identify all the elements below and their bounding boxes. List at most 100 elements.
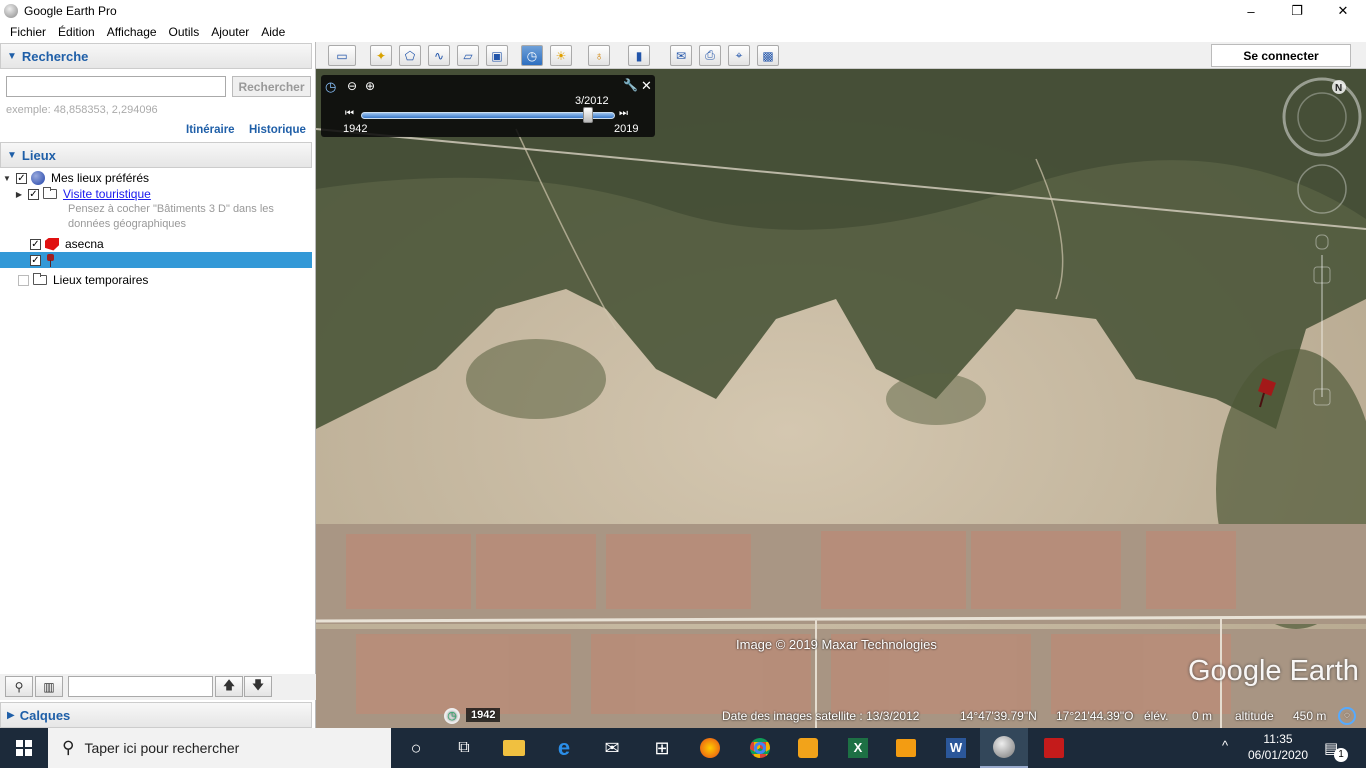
record-tour-button[interactable]: ▣ bbox=[486, 45, 508, 66]
checkbox-checked[interactable]: ✓ bbox=[30, 254, 41, 266]
print-icon: ⎙ bbox=[705, 48, 715, 62]
move-down-button[interactable]: 🡇 bbox=[244, 676, 272, 697]
historical-imagery-slider: ◷ ⊖ ⊕ 🔧 ✕ 3/2012 ⏮ ⏭ 1942 2019 bbox=[321, 75, 655, 137]
folder-icon bbox=[33, 273, 47, 285]
latitude-readout: 14°47'39.79"N bbox=[960, 709, 1037, 723]
arrow-up-icon: 🡅 bbox=[222, 678, 236, 692]
menu-edition[interactable]: Édition bbox=[52, 25, 101, 39]
add-overlay-button[interactable]: ▱ bbox=[457, 45, 479, 66]
menu-aide[interactable]: Aide bbox=[255, 25, 291, 39]
search-example-hint: exemple: 48,858353, 2,294096 bbox=[6, 104, 158, 116]
expand-right-icon[interactable]: ▶ bbox=[14, 190, 24, 199]
excel-icon[interactable]: X bbox=[834, 728, 882, 768]
add-polygon-button[interactable]: ⬠ bbox=[399, 45, 421, 66]
slider-thumb[interactable] bbox=[583, 107, 594, 123]
menu-fichier[interactable]: Fichier bbox=[4, 25, 52, 39]
store-icon[interactable]: ⊞ bbox=[638, 728, 686, 768]
placemark-icon bbox=[45, 253, 55, 267]
search-input[interactable] bbox=[6, 76, 226, 97]
show-hidden-icons-chevron-icon[interactable]: ^ bbox=[1222, 738, 1228, 753]
checkbox-unchecked[interactable] bbox=[18, 274, 29, 286]
chrome-icon[interactable] bbox=[736, 728, 784, 768]
historical-imagery-button[interactable]: ◷ bbox=[521, 45, 543, 66]
places-panel-title: Lieux bbox=[21, 147, 56, 163]
taskbar-clock[interactable]: 11:35 06/01/2020 bbox=[1244, 731, 1312, 763]
search-button[interactable]: Rechercher bbox=[232, 76, 311, 97]
tree-item-visite-touristique[interactable]: ▶ ✓ Visite touristique bbox=[0, 186, 312, 202]
zoom-out-time-icon[interactable]: ⊖ bbox=[347, 79, 357, 93]
map-status-bar: ◷ 1942 Date des images satellite : 13/3/… bbox=[316, 705, 1366, 728]
checkbox-checked[interactable]: ✓ bbox=[30, 238, 41, 250]
slider-track[interactable] bbox=[361, 112, 615, 119]
file-explorer-icon[interactable] bbox=[490, 728, 538, 768]
tree-item-my-places[interactable]: ▼ ✓ Mes lieux préférés bbox=[0, 170, 312, 186]
expand-down-icon[interactable]: ▼ bbox=[2, 174, 12, 183]
tree-item-placemark-selected[interactable]: ✓ bbox=[0, 252, 312, 268]
move-up-button[interactable]: 🡅 bbox=[215, 676, 243, 697]
sunlight-button[interactable]: ☀ bbox=[550, 45, 572, 66]
google-earth-taskbar-icon[interactable] bbox=[980, 728, 1028, 768]
checkbox-checked[interactable]: ✓ bbox=[28, 188, 39, 200]
tree-item-asecna[interactable]: ✓ asecna bbox=[0, 236, 312, 252]
search-panel-header[interactable]: ▼ Recherche bbox=[0, 43, 312, 69]
minimize-button[interactable]: – bbox=[1228, 0, 1274, 22]
add-placemark-button[interactable]: ✦ bbox=[370, 45, 392, 66]
tree-item-link[interactable]: Visite touristique bbox=[63, 187, 151, 201]
switch-planet-button[interactable]: ♁ bbox=[588, 45, 610, 66]
elevation-label: élév. bbox=[1144, 709, 1169, 723]
layers-panel-header[interactable]: ▶ Calques bbox=[0, 702, 312, 728]
sublime-icon[interactable] bbox=[784, 728, 832, 768]
taskbar-search-box[interactable]: ⚲ Taper ici pour rechercher bbox=[48, 728, 391, 768]
zoom-in-time-icon[interactable]: ⊕ bbox=[365, 79, 375, 93]
firefox-icon[interactable] bbox=[686, 728, 734, 768]
view-in-maps-button[interactable]: ⌖ bbox=[728, 45, 750, 66]
maximize-button[interactable]: ❐ bbox=[1274, 0, 1320, 22]
itinerary-link[interactable]: Itinéraire bbox=[186, 124, 235, 136]
layers-panel-title: Calques bbox=[19, 707, 71, 723]
places-search-input[interactable] bbox=[68, 676, 213, 697]
tree-item-lieux-temporaires[interactable]: Lieux temporaires bbox=[0, 272, 312, 288]
mail-icon[interactable]: ✉ bbox=[588, 728, 636, 768]
imagery-date: Date des images satellite : 13/3/2012 bbox=[722, 709, 920, 723]
tree-item-label: Mes lieux préférés bbox=[51, 171, 150, 185]
slider-next-icon[interactable]: ⏭ bbox=[619, 108, 628, 119]
acrobat-icon[interactable] bbox=[1030, 728, 1078, 768]
email-button[interactable]: ✉ bbox=[670, 45, 692, 66]
ruler-button[interactable]: ▮ bbox=[628, 45, 650, 66]
media-player-icon[interactable] bbox=[882, 728, 930, 768]
cortana-icon[interactable]: ○ bbox=[392, 728, 440, 768]
menu-ajouter[interactable]: Ajouter bbox=[205, 25, 255, 39]
close-slider-icon[interactable]: ✕ bbox=[641, 78, 652, 94]
menu-outils[interactable]: Outils bbox=[163, 25, 206, 39]
clock-icon: ◷ bbox=[325, 79, 337, 94]
sidebar: ▼ Recherche Rechercher exemple: 48,85835… bbox=[0, 42, 316, 728]
collapse-triangle-icon: ▼ bbox=[7, 50, 17, 62]
checkbox-checked[interactable]: ✓ bbox=[16, 172, 27, 184]
places-search-button[interactable]: ⚲ bbox=[5, 676, 33, 697]
hide-sidebar-button[interactable]: ▭ bbox=[328, 45, 356, 66]
wrench-icon[interactable]: 🔧 bbox=[623, 78, 638, 92]
start-button[interactable] bbox=[0, 728, 48, 768]
places-panel-header[interactable]: ▼ Lieux bbox=[0, 142, 312, 168]
slider-start-year: 1942 bbox=[343, 123, 368, 135]
map-view[interactable]: ◷ ⊖ ⊕ 🔧 ✕ 3/2012 ⏮ ⏭ 1942 2019 N Image ©… bbox=[316, 69, 1366, 728]
edge-icon[interactable]: e bbox=[540, 728, 588, 768]
slider-end-year: 2019 bbox=[614, 123, 639, 135]
save-image-button[interactable]: ▩ bbox=[757, 45, 779, 66]
expand-triangle-icon: ▶ bbox=[7, 709, 15, 721]
word-icon[interactable]: W bbox=[932, 728, 980, 768]
history-link[interactable]: Historique bbox=[249, 124, 306, 136]
add-path-button[interactable]: ∿ bbox=[428, 45, 450, 66]
slider-prev-icon[interactable]: ⏮ bbox=[345, 108, 354, 119]
main-toolbar: ▭ ✦ ⬠ ∿ ▱ ▣ ◷ ☀ ♁ ▮ ✉ ⎙ ⌖ ▩ Se connecter bbox=[316, 42, 1366, 69]
sun-icon: ☀ bbox=[555, 48, 567, 63]
historical-clock-icon[interactable]: ◷ bbox=[444, 708, 460, 724]
navigation-controls[interactable]: N bbox=[1282, 77, 1362, 407]
arrow-down-icon: 🡇 bbox=[251, 678, 265, 692]
sign-in-button[interactable]: Se connecter bbox=[1211, 44, 1351, 67]
print-button[interactable]: ⎙ bbox=[699, 45, 721, 66]
menu-affichage[interactable]: Affichage bbox=[101, 25, 163, 39]
task-view-icon[interactable]: ⧉ bbox=[440, 728, 488, 768]
toggle-panel-button[interactable]: ▥ bbox=[35, 676, 63, 697]
close-button[interactable]: ✕ bbox=[1320, 0, 1366, 22]
